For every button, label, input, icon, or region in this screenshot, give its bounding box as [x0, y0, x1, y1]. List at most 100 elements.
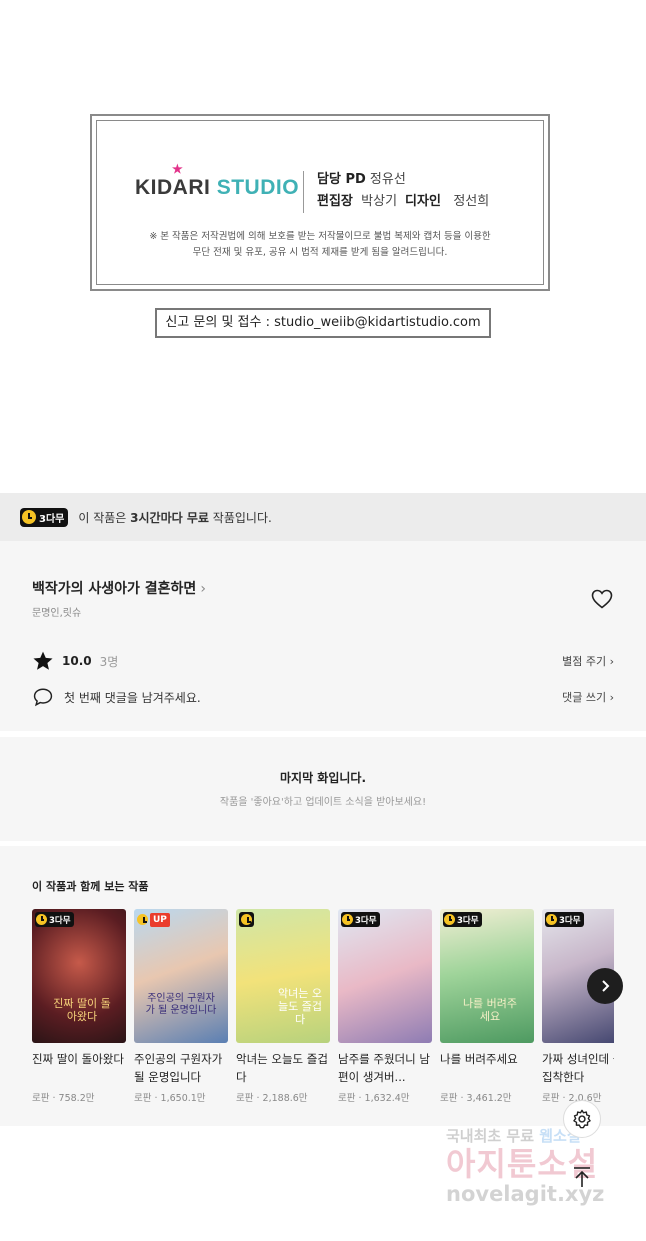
star-icon [33, 651, 53, 670]
comment-prompt: 첫 번째 댓글을 남겨주세요. [64, 690, 201, 705]
rating-row: 10.0 3명 [32, 650, 118, 672]
logo-text-ri: RI [188, 176, 211, 199]
recommendation-card[interactable]: 3다무 나를 버려주세요 나를 버려주세요 로판 · 3,461.2만 [440, 909, 534, 1104]
card-title: 가짜 성녀인데 들이 집착한다 [542, 1052, 614, 1084]
free-banner: 3다무 이 작품은 3시간마다 무료 작품입니다. [0, 493, 646, 541]
staff-credits: 담당 PD 정유선 편집장 박상기 디자인 정선희 [317, 169, 497, 213]
cover-title-art: 나를 버려주세요 [462, 997, 518, 1023]
recommendation-card[interactable]: 3다무 진짜 딸이 돌아왔다 진짜 딸이 돌아왔다 로판 · 758.2만 [32, 909, 126, 1104]
pd-label: 담당 PD [317, 172, 366, 187]
rate-button-label: 별점 주기 [562, 655, 607, 668]
badge-text: 3다무 [457, 915, 479, 926]
work-info-section: 백작가의 사생아가 결혼하면 › 문명인,릿슈 10.0 3명 별점 주기 › 첫… [0, 541, 646, 731]
three-hour-free-badge: 3다무 [341, 912, 380, 927]
card-meta: 로판 · 758.2만 [32, 1093, 95, 1104]
card-title: 나를 버려주세요 [440, 1052, 518, 1066]
copyright-notice-line2: 무단 전재 및 유포, 공유 시 법적 제재를 받게 됨을 알려드립니다. [192, 247, 448, 258]
work-title-link[interactable]: 백작가의 사생아가 결혼하면 › [32, 578, 206, 598]
free-text-post: 작품입니다. [212, 510, 272, 525]
recommendation-card[interactable]: 3다무 남주를 주웠더니 남편이 생겨버... 로판 · 1,632.4만 [338, 909, 432, 1104]
three-hour-free-badge: 3다무 [20, 507, 69, 527]
three-hour-free-badge: 3다무 [545, 912, 584, 927]
kidari-studio-logo: ★ KIDARI STUDIO [135, 162, 300, 200]
write-comment-label: 댓글 쓰기 [562, 691, 607, 704]
badge-text: 3다무 [39, 513, 65, 525]
card-meta: 로판 · 2,188.6만 [236, 1093, 308, 1104]
watermark-line1a: 국내최초 무료 [446, 1127, 540, 1145]
clock-icon [22, 510, 36, 524]
cover-image: 악녀는 오늘도 즐겁다 [236, 909, 330, 1043]
three-hour-free-badge: 3다무 [443, 912, 482, 927]
comment-row[interactable]: 첫 번째 댓글을 남겨주세요. [32, 686, 201, 708]
design-label: 디자인 [405, 194, 441, 209]
recommendation-section: 이 작품과 함께 보는 작품 3다무 진짜 딸이 돌아왔다 진짜 딸이 돌아왔다… [0, 846, 646, 1126]
card-title: 남주를 주웠더니 남편이 생겨버... [338, 1052, 430, 1084]
card-meta: 로판 · 1,650.1만 [134, 1093, 206, 1104]
cover-title-art: 진짜 딸이 돌아왔다 [53, 997, 111, 1023]
copyright-notice-line1: ※ 본 작품은 저작권법에 의해 보호를 받는 저작물이므로 불법 복제와 캡처… [149, 231, 491, 242]
free-text-pre: 이 작품은 [78, 510, 127, 525]
logo-text-a: A [172, 176, 189, 199]
rating-count: 3명 [99, 654, 119, 669]
card-meta: 로판 · 3,461.2만 [440, 1093, 512, 1104]
cover-title-art: 주인공의 구원자가 될 운명입니다 [145, 993, 217, 1016]
rating-score: 10.0 [62, 654, 92, 668]
speech-bubble-icon [33, 688, 53, 707]
three-hour-free-badge: 3다무 [35, 912, 74, 927]
heart-icon[interactable] [590, 587, 614, 611]
chevron-right-icon [602, 980, 610, 992]
recommendation-carousel: 3다무 진짜 딸이 돌아왔다 진짜 딸이 돌아왔다 로판 · 758.2만 UP… [32, 909, 614, 1114]
up-badge: UP [137, 912, 170, 927]
free-text-bold: 3시간마다 무료 [130, 510, 209, 525]
card-meta: 로판 · 1,632.4만 [338, 1093, 410, 1104]
recommendation-card[interactable]: 3다무 가짜 성녀인데 들이 집착한다 로판 · 2,0.6만 [542, 909, 614, 1104]
logo-text-kid: KID [135, 176, 173, 199]
write-comment-button[interactable]: 댓글 쓰기 › [562, 689, 614, 705]
editor-name: 박상기 [361, 194, 398, 209]
logo-divider [303, 171, 304, 213]
logo-star-icon: ★ [172, 162, 184, 176]
clock-icon [546, 914, 557, 925]
chevron-right-icon: › [609, 691, 614, 704]
clock-icon [36, 914, 47, 925]
credit-box-inner: ★ KIDARI STUDIO 담당 PD 정유선 편집장 박상기 디자인 정선희… [96, 120, 544, 285]
badge-text: 3다무 [49, 915, 71, 926]
clock-icon [137, 914, 148, 925]
cover-image: 3다무 나를 버려주세요 [440, 909, 534, 1043]
card-title: 주인공의 구원자가 될 운명입니다 [134, 1052, 223, 1084]
badge-text: 3다무 [355, 915, 377, 926]
recommendation-card[interactable]: UP 주인공의 구원자가 될 운명입니다 주인공의 구원자가 될 운명입니다 로… [134, 909, 228, 1104]
work-authors: 문명인,릿슈 [32, 608, 82, 619]
last-episode-title: 마지막 화입니다. [279, 771, 367, 785]
pd-name: 정유선 [369, 172, 406, 187]
scroll-top-button[interactable] [563, 1158, 601, 1196]
clock-badge [239, 912, 254, 927]
cover-image: UP 주인공의 구원자가 될 운명입니다 [134, 909, 228, 1043]
rate-button[interactable]: 별점 주기 › [562, 653, 614, 669]
arrow-up-icon [574, 1167, 590, 1187]
clock-icon [444, 914, 455, 925]
editor-label: 편집장 [317, 194, 353, 209]
work-title: 백작가의 사생아가 결혼하면 [32, 581, 197, 597]
recommendation-card[interactable]: 악녀는 오늘도 즐겁다 악녀는 오늘도 즐겁다 로판 · 2,188.6만 [236, 909, 330, 1104]
design-name: 정선희 [453, 194, 490, 209]
card-title: 진짜 딸이 돌아왔다 [32, 1052, 124, 1066]
cover-image: 3다무 [338, 909, 432, 1043]
badge-text: 3다무 [559, 915, 581, 926]
carousel-next-button[interactable] [587, 968, 623, 1004]
recommendation-heading: 이 작품과 함께 보는 작품 [32, 880, 149, 893]
up-badge-text: UP [150, 912, 170, 927]
logo-text-studio: STUDIO [216, 176, 300, 199]
card-title: 악녀는 오늘도 즐겁다 [236, 1052, 328, 1084]
chevron-right-icon: › [609, 655, 614, 668]
gear-icon [573, 1109, 591, 1129]
clock-icon [241, 914, 252, 925]
settings-button[interactable] [563, 1100, 601, 1138]
chevron-right-icon: › [200, 581, 206, 597]
cover-image: 3다무 진짜 딸이 돌아왔다 [32, 909, 126, 1043]
credit-box: ★ KIDARI STUDIO 담당 PD 정유선 편집장 박상기 디자인 정선희… [90, 114, 550, 291]
report-contact: 신고 문의 및 접수 : studio_weiib@kidartistudio.… [155, 308, 491, 338]
copyright-notice: ※ 본 작품은 저작권법에 의해 보호를 받는 저작물이므로 불법 복제와 캡처… [97, 229, 543, 261]
last-episode-subtitle: 작품을 '좋아요'하고 업데이트 소식을 받아보세요! [219, 797, 427, 808]
last-episode-notice: 마지막 화입니다. 작품을 '좋아요'하고 업데이트 소식을 받아보세요! [0, 737, 646, 841]
